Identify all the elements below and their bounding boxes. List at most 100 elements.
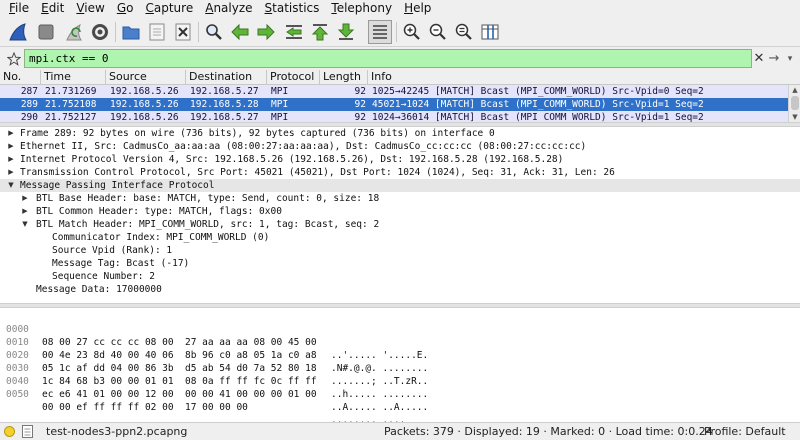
bytes-row[interactable]: 0040 ec e6 41 01 00 00 12 00 00 00 41 00…: [0, 362, 428, 413]
menu-edit[interactable]: Edit: [35, 0, 70, 17]
packet-destination: 192.168.5.27: [190, 86, 259, 97]
tree-item-message-tag[interactable]: Message Tag: Bcast (-17): [0, 257, 800, 270]
tree-item-btl-common-header[interactable]: ▶ BTL Common Header: type: MATCH, flags:…: [0, 205, 800, 218]
collapse-arrow-icon[interactable]: ▼: [6, 179, 16, 192]
stop-capture-icon[interactable]: [34, 20, 58, 44]
capture-options-icon[interactable]: [88, 20, 112, 44]
packet-list-header: No. Time Source Destination Protocol Len…: [0, 70, 800, 85]
toolbar-separator: [396, 22, 397, 42]
column-header-no[interactable]: No.: [0, 70, 41, 85]
packet-source: 192.168.5.26: [110, 86, 179, 97]
column-header-destination[interactable]: Destination: [186, 70, 267, 85]
column-header-source[interactable]: Source: [106, 70, 186, 85]
last-packet-icon[interactable]: [334, 20, 358, 44]
packet-no: 287: [20, 86, 38, 97]
column-header-length[interactable]: Length: [320, 70, 368, 85]
bytes-hex: 00 00 ef ff ff ff 02 00 17 00 00 00: [42, 402, 248, 413]
menu-statistics[interactable]: Statistics: [259, 0, 326, 17]
capture-file-properties-icon[interactable]: [22, 425, 33, 438]
menu-capture[interactable]: Capture: [139, 0, 199, 17]
tree-item-mpi[interactable]: ▼ Message Passing Interface Protocol: [0, 179, 800, 192]
column-header-time[interactable]: Time: [41, 70, 106, 85]
autoscroll-icon[interactable]: [368, 20, 392, 44]
open-file-icon[interactable]: [119, 20, 143, 44]
column-header-protocol[interactable]: Protocol: [267, 70, 320, 85]
status-packet-counts: Packets: 379 · Displayed: 19 · Marked: 0…: [384, 425, 713, 438]
display-filter-input[interactable]: mpi.ctx == 0: [24, 49, 752, 68]
find-packet-icon[interactable]: [202, 20, 226, 44]
packet-length: 92: [354, 86, 366, 97]
menu-help[interactable]: Help: [398, 0, 437, 17]
go-back-icon[interactable]: [228, 20, 252, 44]
bytes-ascii: .N#.@.@. ........: [331, 363, 429, 374]
clear-filter-icon[interactable]: ✕: [752, 50, 766, 68]
scroll-up-icon[interactable]: ▲: [789, 85, 800, 95]
expand-arrow-icon[interactable]: ▶: [6, 127, 16, 140]
first-packet-icon[interactable]: [308, 20, 332, 44]
menubar: File Edit View Go Capture Analyze Statis…: [0, 0, 800, 17]
resize-columns-icon[interactable]: [478, 20, 502, 44]
tree-item-frame[interactable]: ▶ Frame 289: 92 bytes on wire (736 bits)…: [0, 127, 800, 140]
menu-file[interactable]: File: [3, 0, 35, 17]
bookmark-icon[interactable]: [5, 50, 23, 68]
toolbar-separator: [115, 22, 116, 42]
zoom-out-icon[interactable]: [426, 20, 450, 44]
bytes-row[interactable]: 0050 00 00 ef ff ff ff 02 00 17 00 00 00…: [0, 375, 405, 426]
bytes-hex: 08 00 27 cc cc cc 08 00 27 aa aa aa 08 0…: [42, 337, 317, 348]
toolbar-separator: [198, 22, 199, 42]
packet-source: 192.168.5.26: [110, 99, 179, 110]
packet-info: 1025→42245 [MATCH] Bcast (MPI_COMM_WORLD…: [372, 86, 704, 97]
packet-no: 289: [20, 99, 38, 110]
tree-item-communicator-index[interactable]: Communicator Index: MPI_COMM_WORLD (0): [0, 231, 800, 244]
status-bar: test-nodes3-ppn2.pcapng Packets: 379 · D…: [0, 422, 800, 440]
menu-telephony[interactable]: Telephony: [325, 0, 398, 17]
shark-fin-start-icon[interactable]: [6, 20, 30, 44]
packet-row[interactable]: 287 21.731269 192.168.5.26 192.168.5.27 …: [0, 85, 788, 98]
tree-item-message-data[interactable]: Message Data: 17000000: [0, 283, 800, 296]
packet-list-scrollbar[interactable]: ▲ ▼: [788, 85, 800, 122]
bytes-hex: 05 1c af dd 04 00 86 3b d5 ab 54 d0 7a 5…: [42, 363, 317, 374]
tree-item-ethernet[interactable]: ▶ Ethernet II, Src: CadmusCo_aa:aa:aa (0…: [0, 140, 800, 153]
expert-info-icon[interactable]: [4, 426, 15, 437]
expand-arrow-icon[interactable]: ▶: [6, 153, 16, 166]
go-forward-icon[interactable]: [254, 20, 278, 44]
bytes-offset: 0050: [6, 389, 29, 400]
menu-go[interactable]: Go: [111, 0, 140, 17]
bytes-ascii: ..h..... ........: [331, 389, 429, 400]
apply-filter-icon[interactable]: →: [767, 50, 781, 68]
bytes-hex: ec e6 41 01 00 00 12 00 00 00 41 00 00 0…: [42, 389, 317, 400]
scroll-down-icon[interactable]: ▼: [789, 112, 800, 122]
menu-view[interactable]: View: [70, 0, 110, 17]
expand-arrow-icon[interactable]: ▶: [20, 205, 30, 218]
tree-item-source-vpid[interactable]: Source Vpid (Rank): 1: [0, 244, 800, 257]
expand-arrow-icon[interactable]: ▶: [6, 140, 16, 153]
normal-size-icon[interactable]: [452, 20, 476, 44]
bytes-row[interactable]: 0020 05 1c af dd 04 00 86 3b d5 ab 54 d0…: [0, 336, 428, 387]
restart-capture-icon[interactable]: [62, 20, 86, 44]
packet-row-selected[interactable]: 289 21.752108 192.168.5.26 192.168.5.28 …: [0, 98, 788, 111]
expand-arrow-icon[interactable]: ▶: [6, 166, 16, 179]
expand-arrow-icon[interactable]: ▶: [20, 192, 30, 205]
column-header-info[interactable]: Info: [368, 70, 800, 85]
scrollbar-thumb[interactable]: [791, 96, 799, 110]
close-file-icon[interactable]: [171, 20, 195, 44]
collapse-arrow-icon[interactable]: ▼: [20, 218, 30, 231]
display-filter-bar: mpi.ctx == 0 ✕ → ▾: [0, 48, 800, 70]
packet-protocol: MPI: [271, 99, 289, 110]
bytes-row[interactable]: 0030 1c 84 68 b3 00 00 01 01 08 0a ff ff…: [0, 349, 428, 400]
filter-history-dropdown-icon[interactable]: ▾: [784, 50, 796, 68]
bytes-row[interactable]: 0000 08 00 27 cc cc cc 08 00 27 aa aa aa…: [0, 310, 428, 361]
tree-item-btl-match-header[interactable]: ▼ BTL Match Header: MPI_COMM_WORLD, src:…: [0, 218, 800, 231]
menu-analyze[interactable]: Analyze: [199, 0, 258, 17]
tree-item-ipv4[interactable]: ▶ Internet Protocol Version 4, Src: 192.…: [0, 153, 800, 166]
bytes-hex: 00 4e 23 8d 40 00 40 06 8b 96 c0 a8 05 1…: [42, 350, 317, 361]
tree-item-sequence-number[interactable]: Sequence Number: 2: [0, 270, 800, 283]
status-profile[interactable]: Profile: Default: [704, 423, 786, 440]
tree-item-btl-base-header[interactable]: ▶ BTL Base Header: base: MATCH, type: Se…: [0, 192, 800, 205]
bytes-row[interactable]: 0010 00 4e 23 8d 40 00 40 06 8b 96 c0 a8…: [0, 323, 428, 374]
save-file-icon[interactable]: [145, 20, 169, 44]
tree-item-tcp[interactable]: ▶ Transmission Control Protocol, Src Por…: [0, 166, 800, 179]
packet-time: 21.731269: [45, 86, 97, 97]
go-to-packet-icon[interactable]: [282, 20, 306, 44]
zoom-in-icon[interactable]: [400, 20, 424, 44]
